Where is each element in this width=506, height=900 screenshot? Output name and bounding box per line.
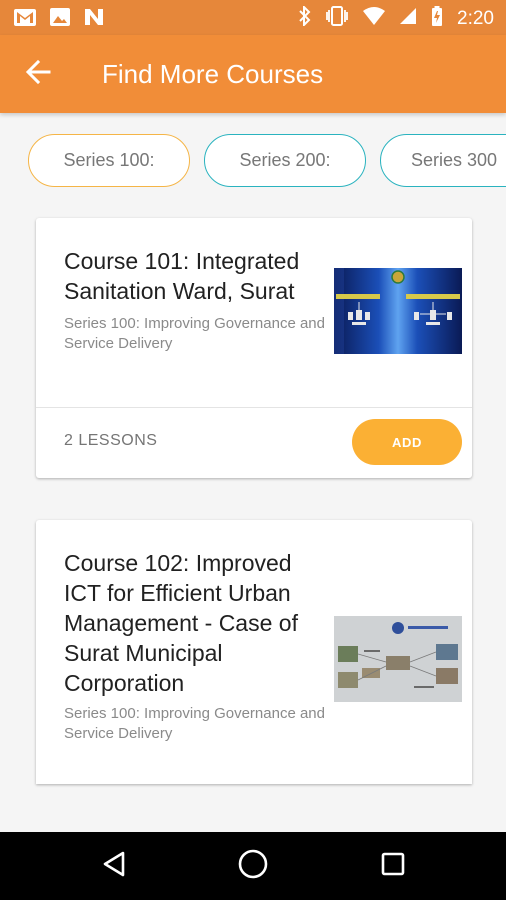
page-title: Find More Courses: [102, 59, 324, 89]
system-nav-bar: [0, 832, 506, 900]
course-card[interactable]: Course 102: Improved ICT for Efficient U…: [36, 520, 472, 784]
status-bar: 2:20: [0, 0, 506, 35]
chip-series-100[interactable]: Series 100:: [28, 134, 190, 187]
wifi-icon: [363, 7, 386, 30]
nav-back-icon: [102, 851, 126, 882]
status-time: 2:20: [457, 7, 494, 29]
image-icon: [50, 8, 70, 31]
course-card[interactable]: Course 101: Integrated Sanitation Ward, …: [36, 218, 472, 478]
lesson-count: 2 LESSONS: [64, 432, 158, 449]
arrow-back-icon: [25, 59, 51, 90]
nav-home-button[interactable]: [231, 846, 275, 886]
back-button[interactable]: [18, 56, 58, 92]
course-title: Course 102: Improved ICT for Efficient U…: [64, 550, 298, 696]
add-course-button[interactable]: ADD: [352, 419, 462, 465]
gmail-icon: [14, 8, 36, 31]
chip-series-200[interactable]: Series 200:: [204, 134, 366, 187]
course-series: Series 100: Improving Governance and Ser…: [64, 705, 325, 742]
nav-recents-icon: [381, 852, 405, 881]
nav-home-icon: [237, 848, 269, 885]
series-filter-chips: Series 100: Series 200: Series 300: [28, 134, 506, 188]
vibrate-icon: [325, 6, 349, 31]
bluetooth-icon: [299, 4, 311, 31]
course-thumbnail: [334, 268, 462, 354]
course-title: Course 101: Integrated Sanitation Ward, …: [64, 248, 300, 304]
n-app-icon: [84, 8, 104, 31]
course-thumbnail: [334, 616, 462, 702]
nav-back-button[interactable]: [92, 846, 136, 886]
signal-icon: [399, 7, 417, 30]
app-bar: Find More Courses: [0, 35, 506, 113]
nav-recents-button[interactable]: [371, 846, 415, 886]
chip-series-300[interactable]: Series 300: [380, 134, 506, 187]
card-divider: [36, 407, 472, 408]
battery-icon: [431, 6, 443, 31]
course-series: Series 100: Improving Governance and Ser…: [64, 315, 325, 352]
